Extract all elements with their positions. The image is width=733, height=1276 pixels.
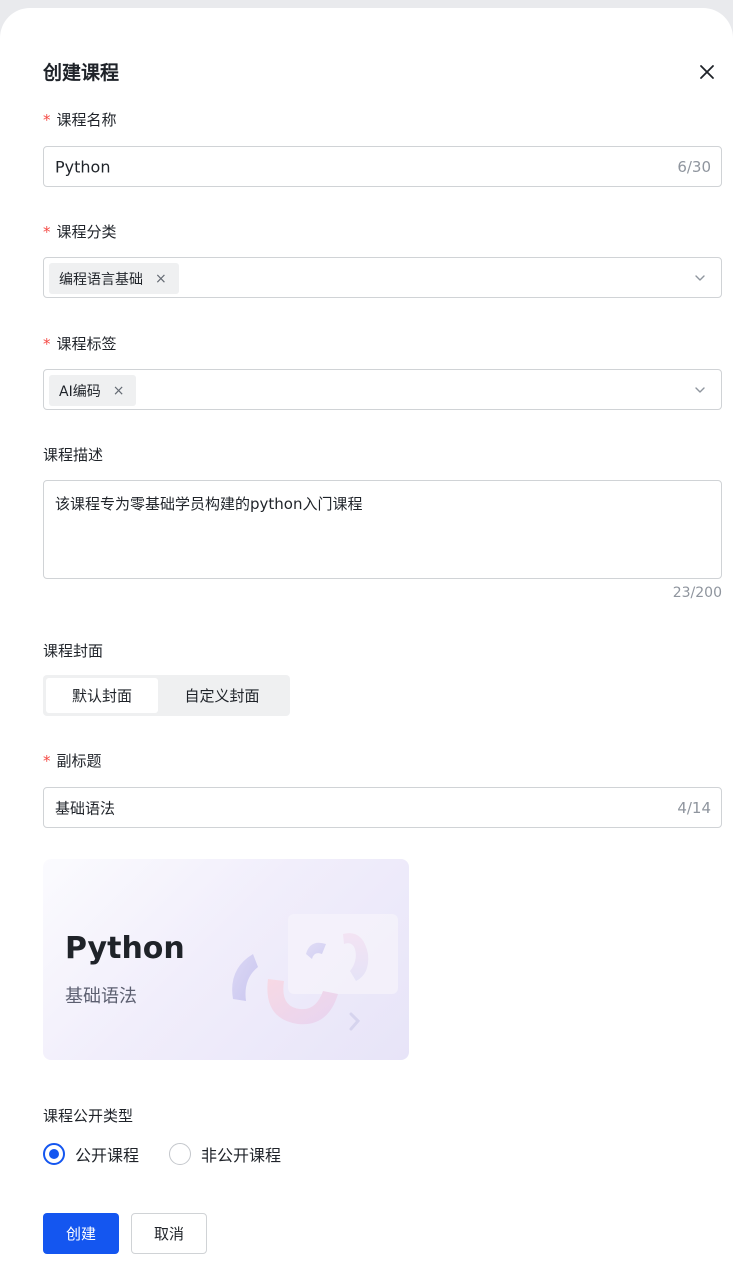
radio-checked-icon — [43, 1143, 65, 1165]
course-name-value: Python — [55, 157, 111, 176]
course-category-label: * 课程分类 — [43, 223, 117, 241]
course-description-label: 课程描述 — [43, 446, 104, 464]
cover-option-custom[interactable]: 自定义封面 — [158, 678, 286, 713]
radio-private[interactable]: 非公开课程 — [169, 1142, 281, 1166]
chevron-down-icon — [695, 386, 705, 393]
course-tags-label: * 课程标签 — [43, 335, 117, 353]
course-category-select[interactable]: 编程语言基础 × — [43, 257, 722, 298]
subtitle-count: 4/14 — [677, 798, 711, 817]
course-tags-select[interactable]: AI编码 × — [43, 369, 722, 410]
required-mark: * — [43, 752, 51, 770]
radio-public-label: 公开课程 — [75, 1146, 140, 1165]
subtitle-value: 基础语法 — [55, 799, 116, 817]
cover-option-default[interactable]: 默认封面 — [46, 678, 158, 713]
tags-tag-remove-icon[interactable]: × — [113, 383, 125, 399]
cover-preview-subtitle: 基础语法 — [65, 986, 137, 1007]
radio-unchecked-icon — [169, 1143, 192, 1165]
course-name-count: 6/30 — [677, 157, 711, 176]
create-button[interactable]: 创建 — [43, 1213, 119, 1254]
required-mark: * — [43, 223, 51, 241]
course-cover-label: 课程封面 — [43, 642, 104, 660]
category-tag-remove-icon[interactable]: × — [155, 271, 167, 287]
course-name-label: * 课程名称 — [43, 111, 117, 129]
dialog-title: 创建课程 — [43, 62, 120, 84]
course-description-textarea[interactable]: 该课程专为零基础学员构建的python入门课程 — [43, 480, 722, 579]
close-button[interactable] — [692, 57, 722, 87]
tags-tag-label: AI编码 — [59, 383, 101, 400]
visibility-label: 课程公开类型 — [43, 1107, 134, 1125]
required-mark: * — [43, 111, 51, 129]
cover-segmented-control: 默认封面 自定义封面 — [43, 675, 290, 716]
course-description-count: 23/200 — [672, 585, 722, 601]
visibility-radio-group: 公开课程 非公开课程 — [43, 1142, 311, 1166]
category-tag: 编程语言基础 × — [49, 263, 179, 294]
cancel-button[interactable]: 取消 — [131, 1213, 207, 1254]
subtitle-input[interactable]: 基础语法 4/14 — [43, 787, 722, 828]
course-name-input[interactable]: Python 6/30 — [43, 146, 722, 187]
cover-preview-title: Python — [65, 931, 185, 966]
cover-decoration-image — [232, 914, 398, 1031]
close-icon — [700, 65, 714, 79]
create-course-dialog: 创建课程 * 课程名称 Python 6/30 * 课程分类 编程语言基础 × * 课… — [0, 8, 733, 1276]
radio-private-label: 非公开课程 — [201, 1146, 282, 1165]
category-tag-label: 编程语言基础 — [59, 271, 143, 288]
cover-preview: Python 基础语法 — [43, 859, 409, 1060]
chevron-down-icon — [695, 274, 705, 281]
required-mark: * — [43, 335, 51, 353]
radio-public[interactable]: 公开课程 — [43, 1142, 139, 1166]
course-description-value: 该课程专为零基础学员构建的python入门课程 — [55, 495, 363, 513]
tags-tag: AI编码 × — [49, 375, 137, 406]
subtitle-label: * 副标题 — [43, 752, 102, 770]
